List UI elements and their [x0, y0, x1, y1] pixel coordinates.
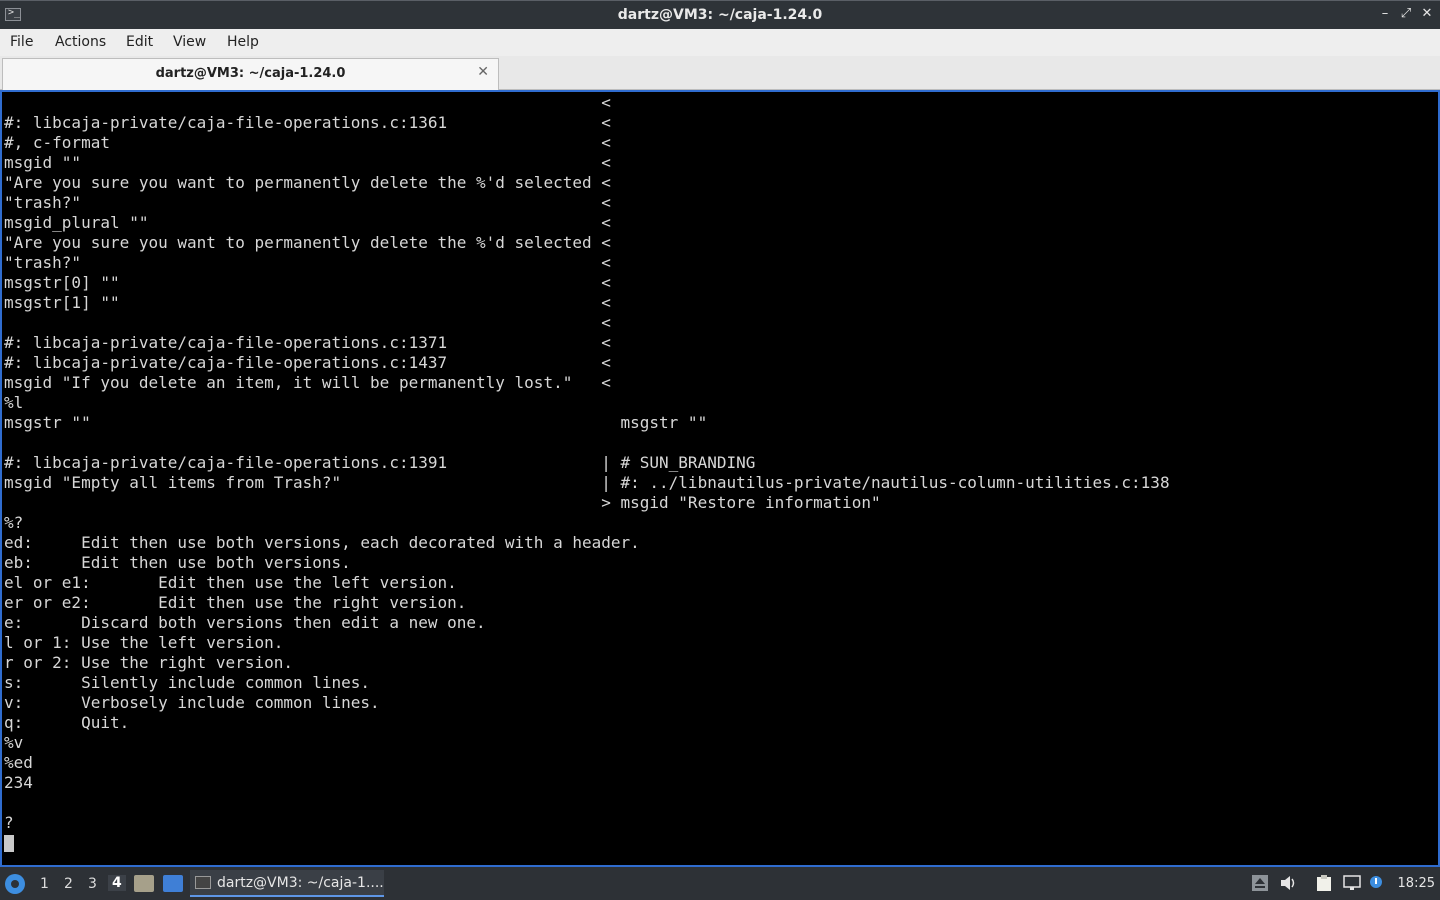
terminal-line: "trash?" < [4, 193, 611, 212]
terminal-line: "Are you sure you want to permanently de… [4, 233, 611, 252]
terminal-line: msgstr[0] "" < [4, 273, 611, 292]
menu-file[interactable]: File [10, 34, 33, 50]
eject-icon[interactable] [1251, 875, 1269, 891]
workspace-4[interactable]: 4 [108, 875, 126, 891]
terminal-cursor [4, 835, 14, 852]
terminal-line: %l [4, 393, 24, 412]
taskbar-window-label: dartz@VM3: ~/caja-1.... [217, 875, 384, 891]
clock: 18:25 [1397, 876, 1435, 891]
terminal-line: v: Verbosely include common lines. [4, 693, 380, 712]
desktop-icon[interactable] [163, 875, 183, 892]
terminal-line: msgid "" < [4, 153, 611, 172]
terminal-output[interactable]: < #: libcaja-private/caja-file-operations… [0, 90, 1440, 867]
menu-edit[interactable]: Edit [126, 34, 153, 50]
terminal-line: ? [4, 813, 14, 832]
update-icon[interactable] [1369, 875, 1387, 891]
workspace-2[interactable]: 2 [64, 876, 73, 892]
terminal-line: ed: Edit then use both versions, each de… [4, 533, 640, 552]
maximize-icon[interactable]: ⤢ [1398, 6, 1414, 21]
network-icon[interactable] [1343, 875, 1361, 891]
terminal-line: #: libcaja-private/caja-file-operations.… [4, 353, 611, 372]
terminal-line: #: libcaja-private/caja-file-operations.… [4, 453, 756, 472]
menu-help[interactable]: Help [227, 34, 259, 50]
window-titlebar: >_ dartz@VM3: ~/caja-1.24.0 – ⤢ ✕ [0, 0, 1440, 29]
workspace-3[interactable]: 3 [88, 876, 97, 892]
taskbar-window-button[interactable]: dartz@VM3: ~/caja-1.... [190, 870, 384, 897]
terminal-line: < [4, 93, 611, 112]
terminal-line: e: Discard both versions then edit a new… [4, 613, 486, 632]
start-menu-icon[interactable] [5, 874, 25, 894]
file-manager-icon[interactable] [134, 875, 154, 892]
window-title: dartz@VM3: ~/caja-1.24.0 [617, 7, 823, 23]
terminal-line: msgstr "" msgstr "" [4, 413, 708, 432]
terminal-line: eb: Edit then use both versions. [4, 553, 351, 572]
terminal-line: q: Quit. [4, 713, 130, 732]
terminal-line: s: Silently include common lines. [4, 673, 371, 692]
terminal-line: msgid "Empty all items from Trash?" | #:… [4, 473, 1170, 492]
terminal-icon [195, 876, 211, 889]
terminal-line: msgstr[1] "" < [4, 293, 611, 312]
terminal-line: %? [4, 513, 24, 532]
terminal-line: > msgid "Restore information" [4, 493, 881, 512]
terminal-line: "trash?" < [4, 253, 611, 272]
volume-icon[interactable] [1279, 875, 1297, 891]
terminal-line: #, c-format < [4, 133, 611, 152]
terminal-line: %v [4, 733, 24, 752]
minimize-icon[interactable]: – [1377, 6, 1393, 21]
terminal-line: #: libcaja-private/caja-file-operations.… [4, 333, 611, 352]
terminal-line: %ed [4, 753, 33, 772]
workspace-1[interactable]: 1 [40, 876, 49, 892]
tab-close-icon[interactable]: ✕ [477, 64, 489, 80]
terminal-line: l or 1: Use the left version. [4, 633, 284, 652]
terminal-line: r or 2: Use the right version. [4, 653, 293, 672]
terminal-line: "Are you sure you want to permanently de… [4, 173, 611, 192]
close-icon[interactable]: ✕ [1419, 6, 1435, 21]
terminal-line: < [4, 313, 611, 332]
tab-strip: dartz@VM3: ~/caja-1.24.0 ✕ [0, 56, 1440, 90]
terminal-line: msgid "If you delete an item, it will be… [4, 373, 611, 392]
clipboard-icon[interactable] [1315, 875, 1333, 891]
terminal-tab[interactable]: dartz@VM3: ~/caja-1.24.0 ✕ [2, 58, 499, 90]
menu-view[interactable]: View [173, 34, 206, 50]
terminal-line: 234 [4, 773, 33, 792]
terminal-line: #: libcaja-private/caja-file-operations.… [4, 113, 611, 132]
menu-bar: File Actions Edit View Help [0, 29, 1440, 57]
terminal-line: el or e1: Edit then use the left version… [4, 573, 457, 592]
terminal-line: msgid_plural "" < [4, 213, 611, 232]
terminal-line: er or e2: Edit then use the right versio… [4, 593, 467, 612]
menu-actions[interactable]: Actions [55, 34, 106, 50]
taskbar: 1 2 3 4 dartz@VM3: ~/caja-1.... 18:25 [0, 867, 1440, 900]
tab-label: dartz@VM3: ~/caja-1.24.0 [155, 66, 346, 81]
